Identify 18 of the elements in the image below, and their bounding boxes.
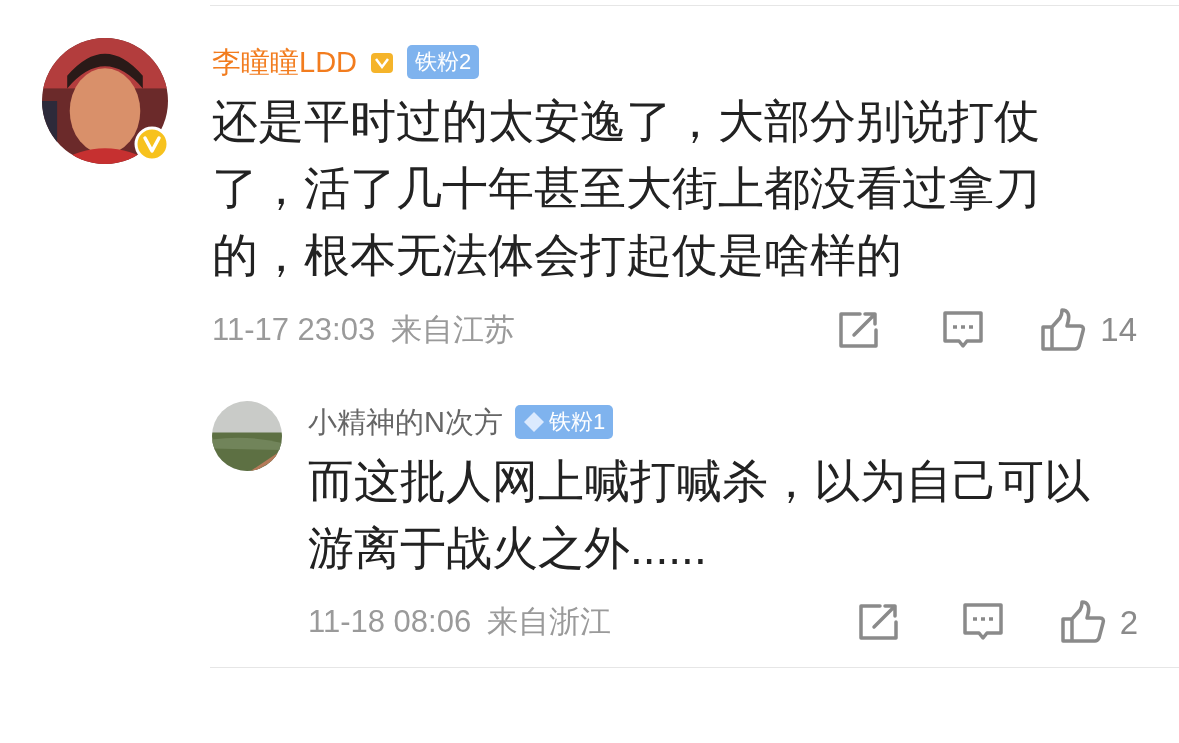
comment-text: 而这批人网上喊打喊杀，以为自己可以游离于战火之外...... — [308, 453, 1091, 576]
comment-time: 11-17 23:03 — [212, 310, 376, 349]
comment-time: 11-18 08:06 — [308, 603, 472, 641]
username[interactable]: 小精神的N次方 — [308, 403, 503, 440]
comment-text: 还是平时过的太安逸了，大部分别说打仗了，活了几十年甚至大街上都没看过拿刀的，根本无法体会打起仗是啥样的 — [212, 94, 1041, 283]
comment-icon[interactable] — [961, 602, 1004, 643]
diamond-icon — [522, 410, 545, 433]
share-icon[interactable] — [838, 310, 881, 349]
fan-badge-label: 铁粉1 — [548, 407, 606, 436]
share-icon[interactable] — [857, 603, 900, 642]
thumbs-up-icon[interactable] — [1059, 600, 1106, 645]
like-count: 2 — [1119, 602, 1138, 643]
comment-location: 来自浙江 — [487, 603, 612, 641]
fan-badge-label: 铁粉2 — [415, 48, 472, 76]
like-count: 14 — [1100, 310, 1137, 350]
thumbs-up-icon[interactable] — [1040, 307, 1087, 352]
comment-location: 来自江苏 — [391, 310, 516, 349]
comment-icon[interactable] — [942, 309, 985, 350]
